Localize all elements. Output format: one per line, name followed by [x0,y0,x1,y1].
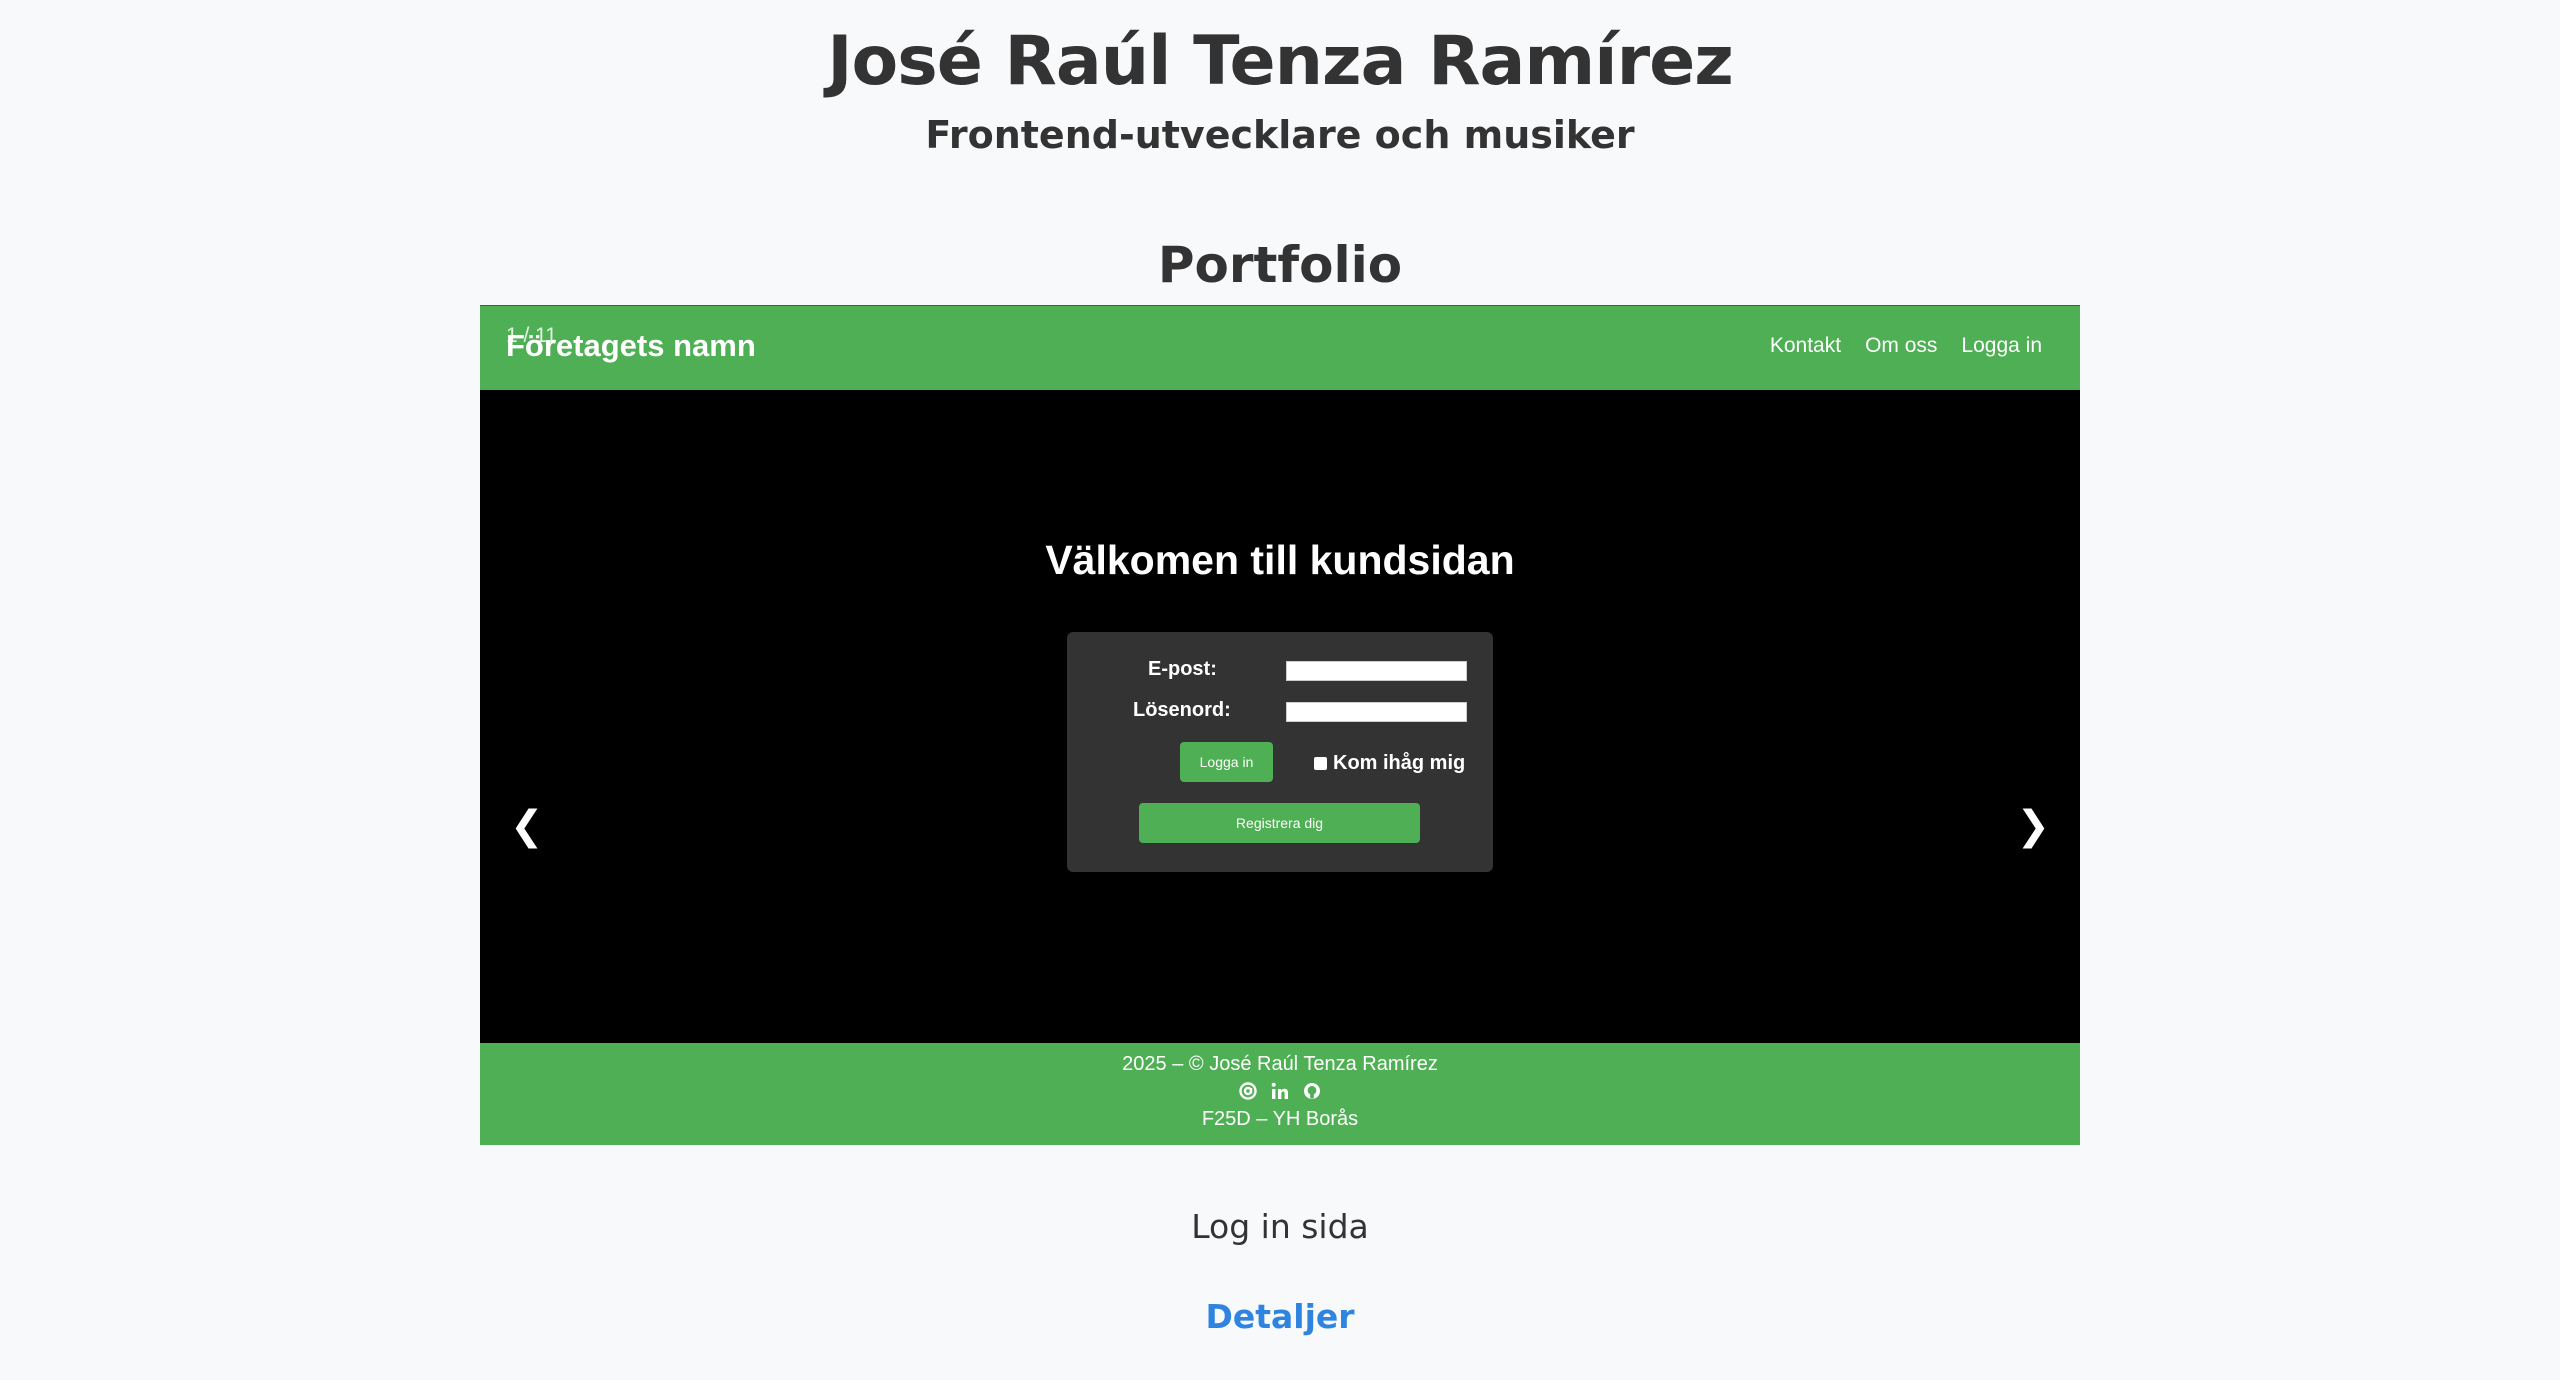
demo-footer: 2025 – © José Raúl Tenza Ramírez F25D – … [480,1043,2080,1145]
footer-school: F25D – YH Borås [1201,1108,1359,1130]
portfolio-title: Portfolio [1157,236,1403,294]
prev-slide-icon[interactable]: ❮ [510,803,544,849]
author-subtitle: Frontend-utvecklare och musiker [925,113,1635,157]
slide-counter: 1 / 11 [506,324,557,347]
remember-me[interactable]: Kom ihåg mig [1314,752,1465,775]
register-button[interactable]: Registrera dig [1139,803,1420,843]
details-link[interactable]: Detaljer [0,1297,2560,1336]
remember-checkbox[interactable] [1314,757,1327,770]
next-slide-icon[interactable]: ❯ [2016,803,2050,849]
demo-main: Välkomen till kundsidan E-post: Lösenord… [480,390,2080,1043]
remember-label: Kom ihåg mig [1333,752,1466,774]
demo-nav-kontakt[interactable]: Kontakt [1770,334,1841,358]
login-button[interactable]: Logga in [1180,742,1273,782]
email-field[interactable] [1286,661,1467,681]
at-icon[interactable] [1237,1080,1259,1102]
password-field[interactable] [1286,702,1467,722]
footer-copyright: 2025 – © José Raúl Tenza Ramírez [1122,1053,1438,1075]
portfolio-carousel: 1 / 11 Företagets namn Kontakt Om oss Lo… [480,305,2080,1145]
demo-nav: Kontakt Om oss Logga in [1770,334,2042,358]
password-label: Lösenord: [1133,699,1231,721]
demo-welcome-heading: Välkomen till kundsidan [1045,537,1515,583]
footer-icons [480,1080,2080,1102]
linkedin-icon[interactable] [1269,1080,1291,1102]
email-label: E-post: [1148,658,1217,680]
portfolio-page: José Raúl Tenza Ramírez Frontend-utveckl… [0,0,2560,1380]
demo-header: Företagets namn Kontakt Om oss Logga in [480,306,2080,390]
demo-nav-logga-in[interactable]: Logga in [1961,334,2042,358]
login-form: E-post: Lösenord: Logga in Kom ihåg mig … [1067,632,1493,872]
slide-caption: Log in sida [1191,1207,1369,1246]
github-icon[interactable] [1301,1080,1323,1102]
demo-nav-om-oss[interactable]: Om oss [1865,334,1937,358]
author-name: José Raúl Tenza Ramírez [827,22,1734,101]
